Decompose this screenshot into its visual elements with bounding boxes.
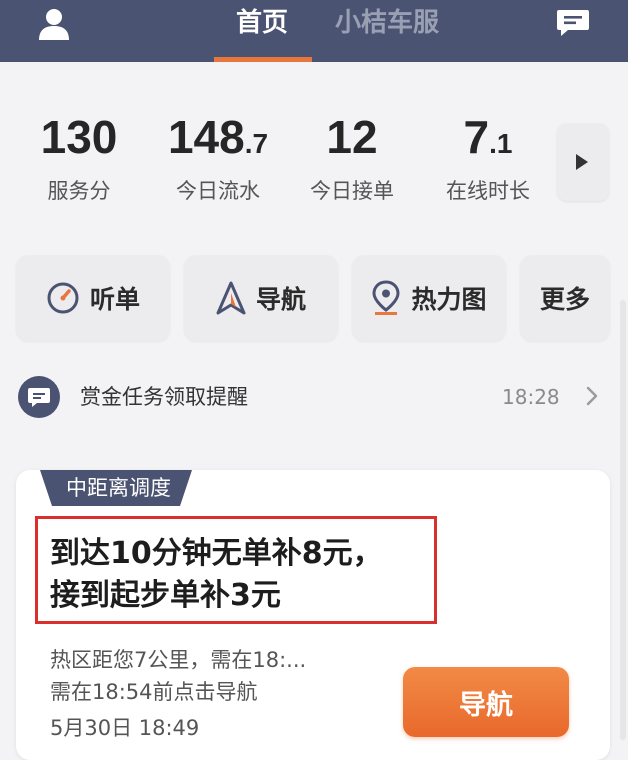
chat-bubble-icon: [18, 376, 60, 418]
stat-value: 148.7: [167, 111, 269, 163]
stat-label: 服务分: [47, 179, 111, 203]
notice-text: 赏金任务领取提醒: [80, 385, 248, 409]
stat-label: 今日接单: [310, 179, 394, 203]
location-pin-icon: [372, 280, 400, 315]
stat-label: 在线时长: [446, 179, 530, 203]
stat-online-time[interactable]: 7.1 在线时长: [436, 112, 540, 205]
card-detail-distance: 热区距您7公里，需在18:...: [50, 648, 307, 672]
active-tab-indicator: [214, 57, 312, 62]
stats-expand-button[interactable]: [557, 123, 609, 201]
navigation-button[interactable]: 导航: [184, 255, 338, 341]
action-label: 听单: [89, 285, 140, 314]
triangle-right-icon: [576, 154, 588, 170]
top-nav-bar: 首页 小桔车服: [0, 0, 628, 62]
bounty-task-notice[interactable]: 赏金任务领取提醒 18:28: [18, 374, 610, 420]
action-label: 更多: [539, 285, 590, 314]
card-detail-date: 5月30日 18:49: [50, 716, 200, 740]
gauge-icon: [47, 282, 79, 314]
navigation-arrow-icon: [216, 281, 246, 315]
stat-value: 130: [40, 111, 118, 163]
card-detail-deadline: 需在18:54前点击导航: [50, 680, 258, 704]
tab-car-service[interactable]: 小桔车服: [335, 6, 439, 40]
user-icon[interactable]: [36, 6, 72, 42]
stat-service-score[interactable]: 130 服务分: [30, 112, 128, 205]
chevron-right-icon: [586, 386, 598, 406]
notice-time: 18:28: [502, 385, 560, 409]
listen-orders-button[interactable]: 听单: [16, 255, 170, 341]
card-tag-label: 中距离调度: [66, 476, 171, 500]
heatmap-button[interactable]: 热力图: [352, 255, 506, 341]
message-icon[interactable]: [556, 8, 590, 38]
action-label: 导航: [255, 285, 306, 314]
stat-today-orders[interactable]: 12 今日接单: [300, 112, 404, 205]
tab-home[interactable]: 首页: [236, 6, 288, 40]
card-navigate-button[interactable]: 导航: [403, 667, 569, 737]
stat-value: 7.1: [463, 111, 513, 163]
scrollbar[interactable]: [620, 300, 626, 740]
stat-label: 今日流水: [176, 179, 260, 203]
card-title-line-1: 到达10分钟无单补8元，: [50, 536, 383, 571]
stat-value: 12: [326, 111, 378, 163]
card-title-line-2: 接到起步单补3元: [50, 578, 281, 613]
action-label: 热力图: [411, 285, 487, 314]
more-button[interactable]: 更多: [520, 255, 610, 341]
stat-today-income[interactable]: 148.7 今日流水: [158, 112, 278, 205]
